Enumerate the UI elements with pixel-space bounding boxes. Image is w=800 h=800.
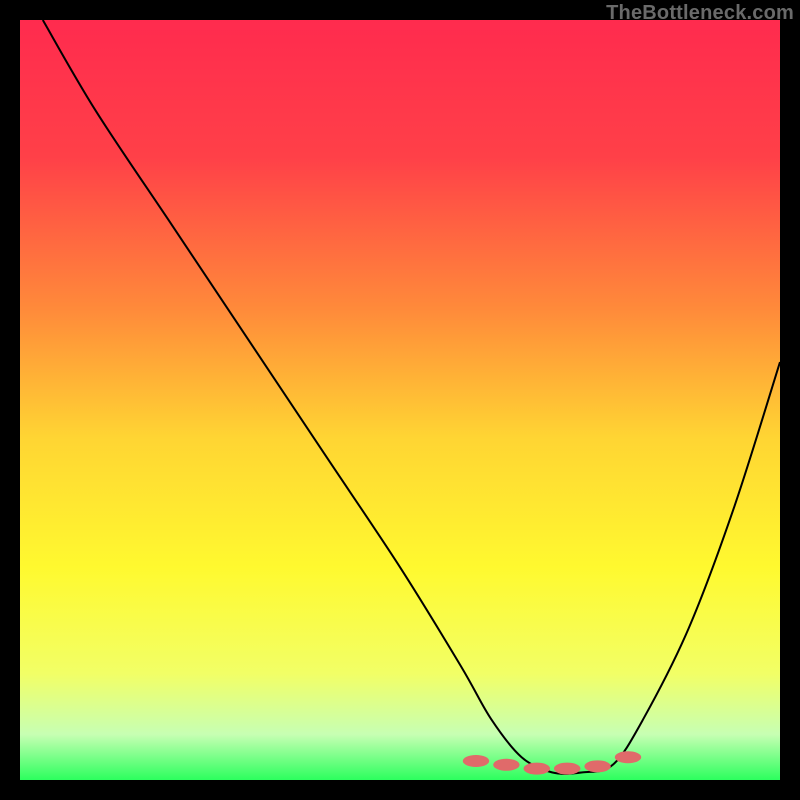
- flat-region-dot: [615, 751, 641, 763]
- flat-region-dot: [493, 759, 519, 771]
- flat-region-dot: [554, 763, 580, 775]
- bottleneck-chart: [20, 20, 780, 780]
- gradient-background: [20, 20, 780, 780]
- plot-area: [20, 20, 780, 780]
- watermark-text: TheBottleneck.com: [606, 2, 794, 25]
- chart-frame: TheBottleneck.com: [0, 0, 800, 800]
- flat-region-dot: [524, 763, 550, 775]
- flat-region-dot: [584, 760, 610, 772]
- flat-region-dot: [463, 755, 489, 767]
